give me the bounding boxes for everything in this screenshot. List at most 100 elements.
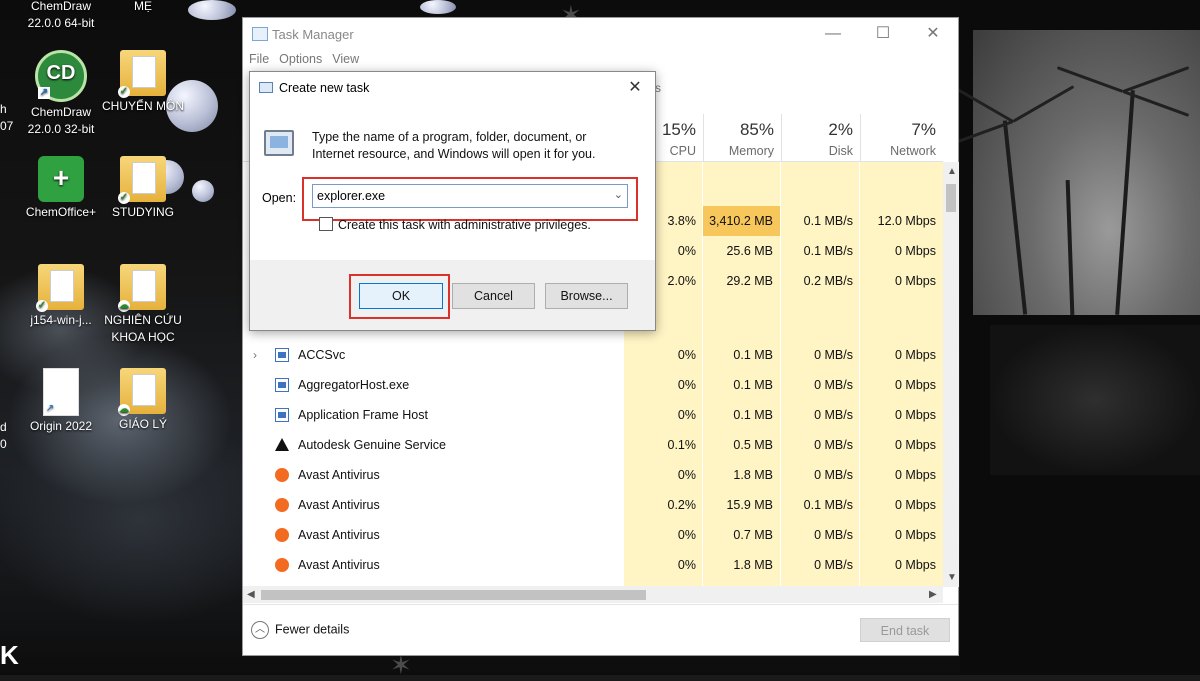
memory-cell: 25.6 MB [726, 244, 773, 258]
shortcut-arrow-icon: ↗ [44, 403, 56, 415]
task-manager-icon [252, 27, 268, 41]
dialog-title-bar[interactable]: Create new task ✕ [250, 72, 655, 104]
scrollbar-thumb[interactable] [946, 184, 956, 212]
create-new-task-dialog: Create new task ✕ Type the name of a pro… [249, 71, 656, 331]
menu-file[interactable]: File [249, 52, 269, 66]
footer-divider [243, 604, 958, 605]
desktop-icon-chuyen-mon[interactable]: ✓ CHUYỂN MÔN [100, 50, 186, 115]
cpu-cell: 0% [677, 528, 696, 542]
column-header-disk[interactable]: 2% Disk [781, 114, 860, 162]
memory-cell: 0.5 MB [733, 438, 773, 452]
desktop-icon-studying[interactable]: ✓ STUDYING [100, 156, 186, 221]
run-icon [259, 82, 273, 93]
disk-cell: 0 MB/s [814, 408, 853, 422]
dialog-title: Create new task [279, 81, 370, 95]
sync-check-icon: ✓ [118, 192, 130, 204]
desktop-icon-label: ChemOffice+ [25, 205, 97, 219]
memory-cell: 0.1 MB [733, 348, 773, 362]
memory-cell: 29.2 MB [726, 274, 773, 288]
column-header-network[interactable]: 7% Network [860, 114, 943, 162]
vertical-scrollbar[interactable]: ▲ ▼ [943, 162, 959, 587]
table-row[interactable]: AggregatorHost.exe 0% 0.1 MB 0 MB/s 0 Mb… [243, 370, 943, 400]
edge-text-fragment: 0 [0, 437, 7, 451]
column-header-memory[interactable]: 85% Memory [703, 114, 781, 162]
process-name: Avast Antivirus [298, 528, 380, 542]
disk-cell: 0 MB/s [814, 378, 853, 392]
edge-text-fragment: 07 [0, 119, 14, 133]
highlight-box-ok [349, 274, 450, 319]
palm-tree-photo [946, 30, 1200, 316]
scroll-right-icon[interactable]: ▶ [929, 589, 937, 600]
admin-privileges-checkbox[interactable]: Create this task with administrative pri… [319, 217, 591, 232]
desktop-icon-label: NGHIÊN CỨU KHOA HỌC [104, 313, 182, 344]
memory-cell: 0.1 MB [733, 378, 773, 392]
scroll-down-icon[interactable]: ▼ [947, 572, 957, 583]
dialog-description: Type the name of a program, folder, docu… [312, 130, 596, 161]
table-row[interactable]: › ACCSvc 0% 0.1 MB 0 MB/s 0 Mbps [243, 340, 943, 370]
desktop-icon-label: ChemDraw 22.0.0 32-bit [27, 105, 95, 136]
table-row[interactable]: Avast Antivirus 0.2% 15.9 MB 0.1 MB/s 0 … [243, 490, 943, 520]
edge-text-fragment: d [0, 420, 7, 434]
desktop-icon-origin[interactable]: ↗ Origin 2022 [18, 368, 104, 435]
run-program-icon [264, 130, 294, 156]
end-task-button[interactable]: End task [860, 618, 950, 642]
chevron-up-icon: ︿ [251, 621, 269, 639]
memory-label: Memory [728, 144, 774, 158]
maximize-button[interactable]: ☐ [860, 18, 906, 50]
expand-chevron-icon[interactable]: › [253, 340, 257, 370]
folder-icon: ✓ [118, 156, 166, 204]
browse-button[interactable]: Browse... [545, 283, 628, 309]
cpu-cell: 0.2% [667, 498, 697, 512]
cancel-button[interactable]: Cancel [452, 283, 535, 309]
network-cell: 0 Mbps [895, 274, 936, 288]
horizontal-scrollbar[interactable]: ◀ ▶ [243, 586, 943, 603]
cpu-cell: 0% [677, 408, 696, 422]
disk-label: Disk [828, 144, 853, 158]
memory-percent: 85% [739, 120, 774, 139]
desktop-icon-nghien-cuu[interactable]: ☁ NGHIÊN CỨU KHOA HỌC [100, 264, 186, 346]
dialog-close-button[interactable]: ✕ [615, 72, 655, 104]
edge-text-fragment: K [0, 640, 19, 670]
balloon-decoration [188, 0, 236, 20]
memory-cell: 0.1 MB [733, 408, 773, 422]
scroll-up-icon[interactable]: ▲ [947, 166, 957, 177]
table-row[interactable]: Application Frame Host 0% 0.1 MB 0 MB/s … [243, 400, 943, 430]
minimize-button[interactable]: — [810, 18, 856, 50]
close-button[interactable]: ✕ [910, 18, 956, 50]
menu-options[interactable]: Options [279, 52, 322, 66]
network-cell: 0 Mbps [895, 438, 936, 452]
process-name: Autodesk Genuine Service [298, 438, 447, 452]
table-row[interactable]: Avast Antivirus 0% 1.8 MB 0 MB/s 0 Mbps [243, 460, 943, 490]
scroll-left-icon[interactable]: ◀ [247, 589, 255, 600]
fewer-details-button[interactable]: ︿ Fewer details [251, 621, 349, 639]
desktop-icon-label: ChemDraw 22.0.0 64-bit [27, 0, 95, 30]
desktop-icon-me[interactable]: MẸ [100, 0, 186, 15]
memory-cell: 1.8 MB [733, 468, 773, 482]
balloon-decoration [192, 180, 214, 202]
desktop-icon-chemdraw-32[interactable]: CD ↗ ChemDraw 22.0.0 32-bit [18, 50, 104, 138]
table-row[interactable]: Autodesk Genuine Service 0.1% 0.5 MB 0 M… [243, 430, 943, 460]
checkbox-icon[interactable] [319, 217, 333, 231]
desktop-icon-chemoffice[interactable]: + ChemOffice+ [18, 156, 104, 221]
disk-cell: 0 MB/s [814, 558, 853, 572]
memory-cell: 15.9 MB [726, 498, 773, 512]
avast-icon [275, 498, 289, 512]
scrollbar-thumb[interactable] [261, 590, 646, 600]
desktop-icon-chemdraw-64[interactable]: ChemDraw 22.0.0 64-bit [18, 0, 104, 32]
network-cell: 0 Mbps [895, 244, 936, 258]
cpu-cell: 0% [677, 558, 696, 572]
cpu-cell: 0.1% [667, 438, 697, 452]
network-cell: 0 Mbps [895, 498, 936, 512]
desktop-icon-label: CHUYỂN MÔN [101, 99, 184, 113]
table-row[interactable]: Avast Antivirus 0% 0.7 MB 0 MB/s 0 Mbps [243, 520, 943, 550]
menu-view[interactable]: View [332, 52, 359, 66]
desktop-icon-j154[interactable]: ✓ j154-win-j... [18, 264, 104, 329]
disk-cell: 0.1 MB/s [803, 214, 853, 228]
memory-cell: 0.7 MB [733, 528, 773, 542]
desktop-icon-giao-ly[interactable]: ☁ GIÁO LÝ [100, 368, 186, 433]
title-bar[interactable]: Task Manager — ☐ ✕ [243, 18, 958, 50]
table-row[interactable]: Avast Antivirus 0% 1.8 MB 0 MB/s 0 Mbps [243, 550, 943, 580]
disk-cell: 0 MB/s [814, 528, 853, 542]
memory-cell: 1.8 MB [733, 558, 773, 572]
desktop-icon-label: STUDYING [111, 205, 174, 219]
